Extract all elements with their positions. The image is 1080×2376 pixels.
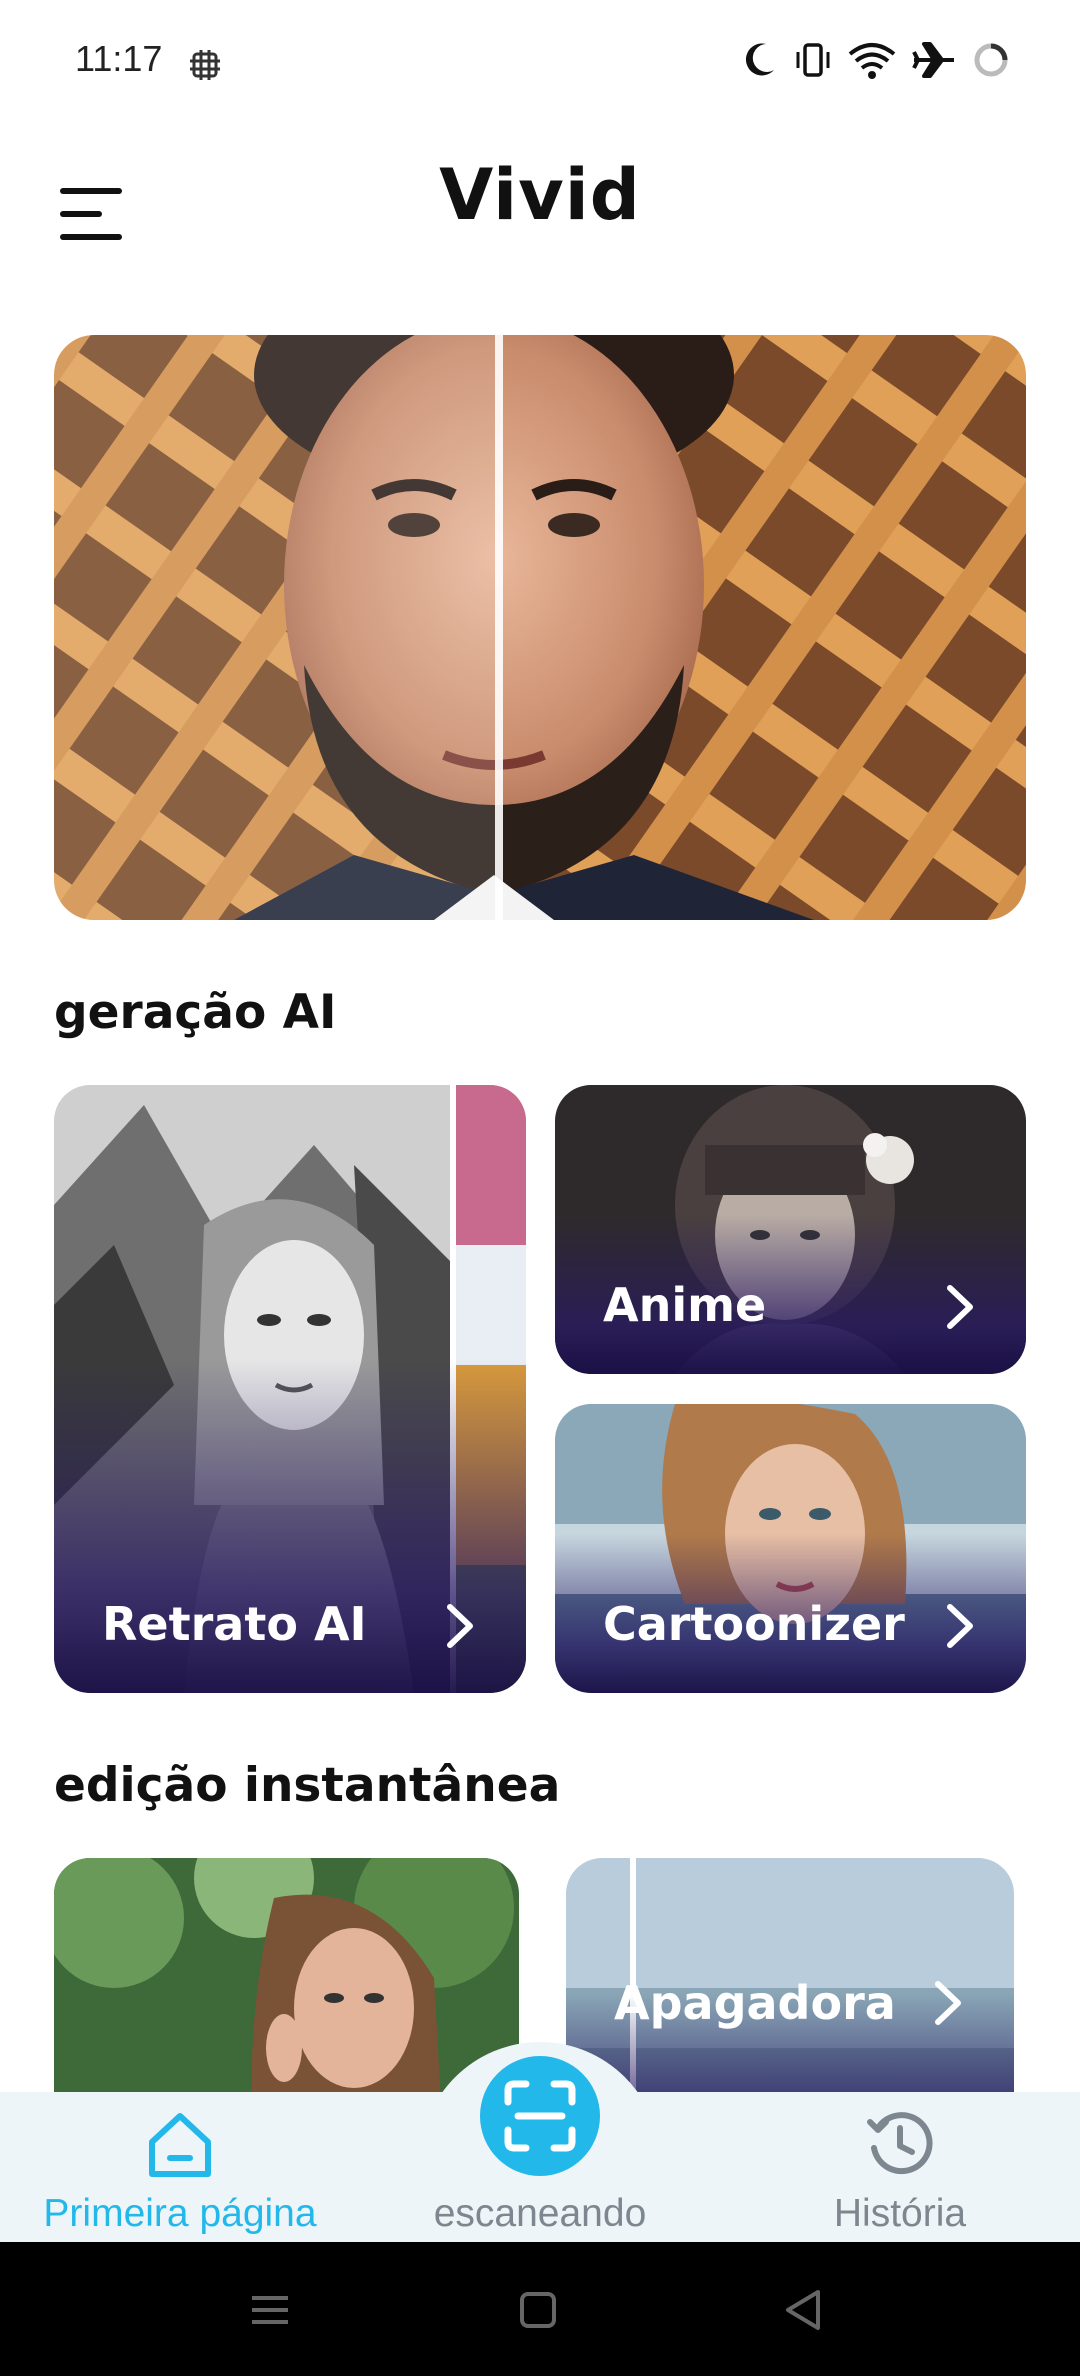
compare-divider[interactable] <box>495 335 503 920</box>
nav-home[interactable]: Primeira página <box>20 2092 340 2242</box>
system-nav-bar <box>0 2242 1080 2376</box>
page-title: Vivid <box>439 154 641 236</box>
history-icon <box>867 2112 933 2175</box>
chevron-right-icon <box>935 1981 961 2025</box>
chevron-right-icon <box>447 1604 473 1648</box>
hero-image <box>54 335 1026 920</box>
card-label: Retrato AI <box>102 1597 367 1651</box>
nav-label: escaneando <box>433 2192 647 2235</box>
card-ai-portrait[interactable]: Retrato AI <box>54 1085 526 1693</box>
section-title-ai-generation: geração AI <box>54 985 337 1040</box>
section-title-instant-edit: edição instantânea <box>54 1758 561 1813</box>
nav-label: Primeira página <box>43 2192 317 2235</box>
card-label: Apagadora <box>614 1976 896 2030</box>
chevron-right-icon <box>947 1604 973 1648</box>
card-label: Cartoonizer <box>603 1597 905 1651</box>
home-icon <box>149 2113 211 2177</box>
status-bar: 11:17 <box>0 0 1080 130</box>
airplane-icon <box>912 42 954 78</box>
nav-label: História <box>833 2192 967 2235</box>
nav-history[interactable]: História <box>740 2092 1060 2242</box>
status-time: 11:17 <box>75 38 163 79</box>
recents-icon[interactable] <box>240 2280 300 2340</box>
chevron-right-icon <box>947 1285 973 1329</box>
home-button-icon[interactable] <box>508 2280 568 2340</box>
hero-banner[interactable] <box>54 335 1026 920</box>
vibrate-icon <box>796 43 830 77</box>
moon-icon <box>745 43 774 76</box>
wifi-icon <box>848 43 896 79</box>
nav-scan[interactable]: escaneando <box>380 2092 700 2242</box>
card-anime[interactable]: Anime <box>555 1085 1026 1374</box>
app-header: Vivid <box>0 140 1080 290</box>
battery-saver-icon <box>974 43 1008 77</box>
card-label: Anime <box>603 1278 767 1332</box>
card-cartoonizer[interactable]: Cartoonizer <box>555 1404 1026 1693</box>
back-icon[interactable] <box>774 2280 834 2340</box>
vpn-icon <box>190 50 220 80</box>
